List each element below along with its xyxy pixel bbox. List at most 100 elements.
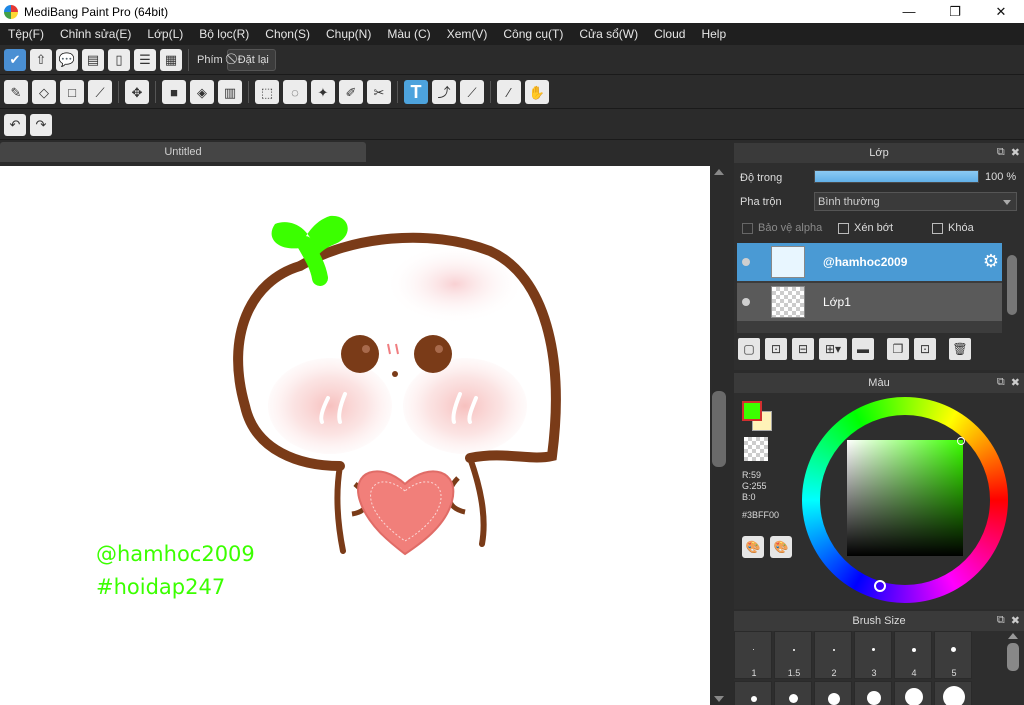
close-button[interactable]: ✕ [978, 0, 1024, 23]
brush-size-cell[interactable]: 3 [854, 631, 892, 679]
menu-help[interactable]: Help [701, 27, 726, 41]
brush-panel-scrollbar[interactable] [1004, 631, 1022, 705]
reset-button[interactable]: ⃠ Đặt lại [226, 48, 276, 71]
brush-tool-icon[interactable]: ✎ [4, 80, 28, 104]
hue-marker[interactable] [874, 580, 886, 592]
divide-tool-icon[interactable]: ⟋ [460, 80, 484, 104]
close-panel-icon[interactable]: ✖ [1011, 376, 1020, 389]
undock-icon[interactable]: ⧉ [997, 614, 1005, 627]
brush-size-cell[interactable]: 2 [814, 631, 852, 679]
layer-list-scrollbar[interactable] [1005, 243, 1019, 333]
brush-size-cell[interactable] [894, 681, 932, 705]
scroll-up-arrow-icon[interactable] [1008, 633, 1018, 639]
share-icon[interactable]: ⇧ [30, 48, 52, 71]
brush-size-cell[interactable] [934, 681, 972, 705]
brush-size-cell[interactable] [734, 681, 772, 705]
select-rect-tool-icon[interactable]: ⬚ [255, 80, 279, 104]
select-pen-tool-icon[interactable]: ✐ [339, 80, 363, 104]
menu-cloud[interactable]: Cloud [654, 27, 685, 41]
blend-mode-select[interactable]: Bình thường [814, 192, 1017, 211]
layer-row[interactable]: Lớp1 [737, 283, 1002, 321]
brush-size-cell[interactable] [854, 681, 892, 705]
add-layer-dropdown-icon[interactable]: ⊞▾ [819, 338, 847, 360]
menu-layer[interactable]: Lớp(L) [147, 27, 183, 41]
visibility-icon[interactable] [742, 258, 750, 266]
brush-size-cell[interactable]: 4 [894, 631, 932, 679]
brush-size-cell[interactable] [774, 681, 812, 705]
menu-window[interactable]: Cửa sổ(W) [579, 27, 638, 41]
scrollbar-thumb[interactable] [712, 391, 726, 467]
undo-icon[interactable]: ↶ [4, 113, 26, 136]
clipping-checkbox[interactable]: Xén bớt [838, 222, 893, 234]
scrollbar-thumb[interactable] [1007, 255, 1017, 315]
undock-icon[interactable]: ⧉ [997, 146, 1005, 159]
maximize-button[interactable]: ❐ [932, 0, 978, 23]
bucket-tool-icon[interactable]: ◈ [190, 80, 214, 104]
menu-color[interactable]: Màu (C) [387, 27, 430, 41]
scrollbar-thumb[interactable] [1007, 643, 1019, 671]
canvas-scrollbar[interactable] [710, 166, 728, 705]
brush-dot [789, 694, 798, 703]
dot-tool-icon[interactable]: ⟋ [88, 80, 112, 104]
magic-wand-tool-icon[interactable]: ✦ [311, 80, 335, 104]
speech-bubble-icon[interactable]: 💬 [56, 48, 78, 71]
cloud-check-icon[interactable]: ✔ [4, 48, 26, 71]
merge-down-icon[interactable]: ⊡ [914, 338, 936, 360]
transparent-color-swatch[interactable] [744, 437, 768, 461]
close-panel-icon[interactable]: ✖ [1011, 614, 1020, 627]
foreground-color-swatch[interactable] [742, 401, 762, 421]
sv-marker[interactable] [957, 437, 965, 445]
brush-size-cell[interactable]: 1.5 [774, 631, 812, 679]
protect-alpha-checkbox[interactable]: Bảo vệ alpha [742, 222, 822, 234]
minimize-button[interactable]: — [886, 0, 932, 23]
saturation-value-square[interactable] [847, 440, 963, 556]
layer-row-selected[interactable]: @hamhoc2009 ⚙ [737, 243, 1002, 281]
palette-icon[interactable]: 🎨 [742, 536, 764, 558]
undock-icon[interactable]: ⧉ [997, 376, 1005, 389]
lasso-tool-icon[interactable]: ◌ [283, 80, 307, 104]
menu-edit[interactable]: Chỉnh sửa(E) [60, 27, 131, 41]
panel-list-icon[interactable]: ☰ [134, 48, 156, 71]
gradient-tool-icon[interactable]: ▥ [218, 80, 242, 104]
window-title: MediBang Paint Pro (64bit) [24, 4, 169, 19]
color-history-icon[interactable]: 🎨 [770, 536, 792, 558]
opacity-slider[interactable] [814, 170, 979, 183]
move-tool-icon[interactable]: ✥ [125, 80, 149, 104]
new-1bit-layer-icon[interactable]: ⊟ [792, 338, 814, 360]
scroll-down-arrow-icon[interactable] [714, 696, 724, 702]
lock-checkbox[interactable]: Khóa [932, 222, 974, 234]
visibility-icon[interactable] [742, 298, 750, 306]
eraser-tool-icon[interactable]: ◇ [32, 80, 56, 104]
menu-filter[interactable]: Bộ lọc(R) [199, 27, 249, 41]
gear-icon[interactable]: ⚙ [983, 252, 999, 270]
hand-tool-icon[interactable]: ✋ [525, 80, 549, 104]
scroll-up-arrow-icon[interactable] [714, 169, 724, 175]
drawing-canvas[interactable]: @hamhoc2009 #hoidap247 [0, 166, 710, 705]
folder-icon[interactable]: ▬ [852, 338, 874, 360]
document-tab[interactable]: Untitled [0, 142, 366, 162]
eye-left [341, 335, 379, 373]
menu-tools[interactable]: Công cụ(T) [503, 27, 563, 41]
close-panel-icon[interactable]: ✖ [1011, 146, 1020, 159]
operation-tool-icon[interactable]: ⤴ [432, 80, 456, 104]
text-tool-icon[interactable]: T [404, 80, 428, 104]
menu-snap[interactable]: Chụp(N) [326, 27, 371, 41]
fill-rect-tool-icon[interactable]: ■ [162, 80, 186, 104]
brush-size-cell[interactable]: 5 [934, 631, 972, 679]
menu-view[interactable]: Xem(V) [447, 27, 488, 41]
new-layer-icon[interactable]: ▢ [738, 338, 760, 360]
duplicate-layer-icon[interactable]: ❐ [887, 338, 909, 360]
new-8bit-layer-icon[interactable]: ⊡ [765, 338, 787, 360]
menu-select[interactable]: Chọn(S) [265, 27, 310, 41]
page-icon[interactable]: ▯ [108, 48, 130, 71]
menu-file[interactable]: Tệp(F) [8, 27, 44, 41]
rectangle-tool-icon[interactable]: □ [60, 80, 84, 104]
trash-icon[interactable]: 🗑 [949, 338, 971, 360]
comment-icon[interactable]: ▤ [82, 48, 104, 71]
select-eraser-tool-icon[interactable]: ✂ [367, 80, 391, 104]
redo-icon[interactable]: ↷ [30, 113, 52, 136]
panel-edit-icon[interactable]: ▦ [160, 48, 182, 71]
brush-size-cell[interactable] [814, 681, 852, 705]
eyedropper-tool-icon[interactable]: ⁄ [497, 80, 521, 104]
brush-size-cell[interactable]: 1 [734, 631, 772, 679]
